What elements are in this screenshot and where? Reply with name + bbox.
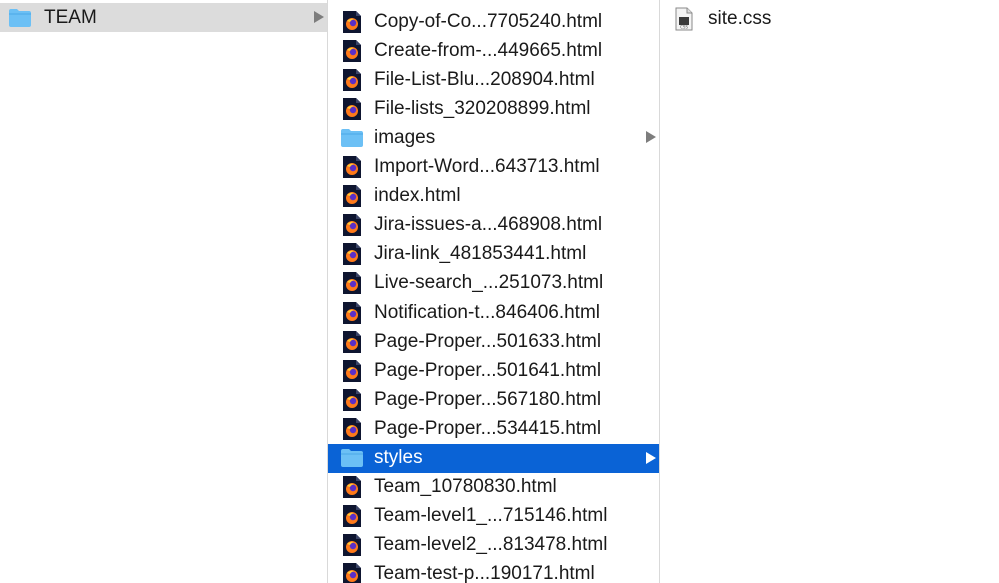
file-row[interactable]: Page-Proper...567180.html xyxy=(328,385,659,414)
file-row[interactable]: Team-test-p...190171.html xyxy=(328,560,659,583)
file-row[interactable]: Notification-t...846406.html xyxy=(328,298,659,327)
firefox-html-file-icon xyxy=(340,271,364,295)
firefox-html-file-icon xyxy=(340,330,364,354)
css-file-icon: CSS xyxy=(672,7,696,31)
firefox-html-file-icon xyxy=(340,504,364,528)
file-row[interactable]: Live-search_...251073.html xyxy=(328,269,659,298)
firefox-html-file-icon xyxy=(340,97,364,121)
folder-row[interactable]: images xyxy=(328,123,659,152)
firefox-html-file-icon xyxy=(340,475,364,499)
firefox-html-file-icon xyxy=(340,388,364,412)
firefox-html-file-icon xyxy=(340,184,364,208)
file-row[interactable]: index.html xyxy=(328,182,659,211)
finder-column-browser: TEAM Copy-of-Co...7705240.html Create-fro… xyxy=(0,0,999,583)
file-row[interactable]: Jira-link_481853441.html xyxy=(328,240,659,269)
file-row[interactable]: Create-from-...449665.html xyxy=(328,36,659,65)
folder-icon xyxy=(340,446,364,470)
chevron-right-icon xyxy=(314,11,324,23)
file-label: Team_10780830.html xyxy=(374,476,557,498)
firefox-html-file-icon xyxy=(340,242,364,266)
file-row[interactable]: Team-level2_...813478.html xyxy=(328,531,659,560)
chevron-right-icon xyxy=(646,131,656,144)
file-label: Team-level1_...715146.html xyxy=(374,505,608,527)
file-row[interactable]: Team_10780830.html xyxy=(328,473,659,502)
firefox-html-file-icon xyxy=(340,533,364,557)
file-row[interactable]: Page-Proper...501641.html xyxy=(328,356,659,385)
firefox-html-file-icon xyxy=(340,359,364,383)
file-row[interactable]: File-List-Blu...208904.html xyxy=(328,65,659,94)
column-team-contents[interactable]: Copy-of-Co...7705240.html Create-from-...… xyxy=(328,0,659,583)
file-row[interactable]: Page-Proper...534415.html xyxy=(328,414,659,443)
folder-label: TEAM xyxy=(44,6,97,28)
firefox-html-file-icon xyxy=(340,301,364,325)
file-row[interactable]: Jira-issues-a...468908.html xyxy=(328,211,659,240)
firefox-html-file-icon xyxy=(340,68,364,92)
folder-row[interactable]: styles xyxy=(328,443,659,473)
file-label: Page-Proper...501641.html xyxy=(374,359,602,381)
column-parent[interactable]: TEAM xyxy=(0,0,327,583)
file-label: Notification-t...846406.html xyxy=(374,301,601,323)
firefox-html-file-icon xyxy=(340,10,364,34)
file-row[interactable]: File-lists_320208899.html xyxy=(328,94,659,123)
column-styles-contents[interactable]: CSS site.css xyxy=(660,0,999,583)
file-label: Jira-link_481853441.html xyxy=(374,243,587,265)
file-label: site.css xyxy=(708,7,772,29)
folder-row-team[interactable]: TEAM xyxy=(0,3,327,32)
file-row[interactable]: Copy-of-Co...7705240.html xyxy=(328,7,659,36)
file-label: Copy-of-Co...7705240.html xyxy=(374,10,603,32)
file-label: File-List-Blu...208904.html xyxy=(374,68,595,90)
firefox-html-file-icon xyxy=(340,39,364,63)
file-label: Live-search_...251073.html xyxy=(374,272,604,294)
file-label: Jira-issues-a...468908.html xyxy=(374,214,603,236)
file-label: index.html xyxy=(374,185,461,207)
firefox-html-file-icon xyxy=(340,417,364,441)
file-row[interactable]: Import-Word...643713.html xyxy=(328,153,659,182)
svg-text:CSS: CSS xyxy=(680,24,688,29)
file-label: Create-from-...449665.html xyxy=(374,39,603,61)
folder-label: styles xyxy=(374,447,423,468)
firefox-html-file-icon xyxy=(340,562,364,583)
folder-icon xyxy=(8,6,32,30)
file-row[interactable]: Page-Proper...501633.html xyxy=(328,327,659,356)
file-label: Team-level2_...813478.html xyxy=(374,534,608,556)
folder-label: images xyxy=(374,126,436,148)
chevron-right-icon xyxy=(646,451,656,464)
file-label: Team-test-p...190171.html xyxy=(374,563,595,583)
firefox-html-file-icon xyxy=(340,155,364,179)
file-row[interactable]: Team-level1_...715146.html xyxy=(328,502,659,531)
file-label: Page-Proper...501633.html xyxy=(374,330,602,352)
firefox-html-file-icon xyxy=(340,213,364,237)
file-label: Page-Proper...534415.html xyxy=(374,417,602,439)
folder-icon xyxy=(340,126,364,150)
file-label: File-lists_320208899.html xyxy=(374,97,591,119)
file-row-site-css[interactable]: CSS site.css xyxy=(660,4,999,33)
file-label: Import-Word...643713.html xyxy=(374,156,600,177)
file-label: Page-Proper...567180.html xyxy=(374,388,602,410)
